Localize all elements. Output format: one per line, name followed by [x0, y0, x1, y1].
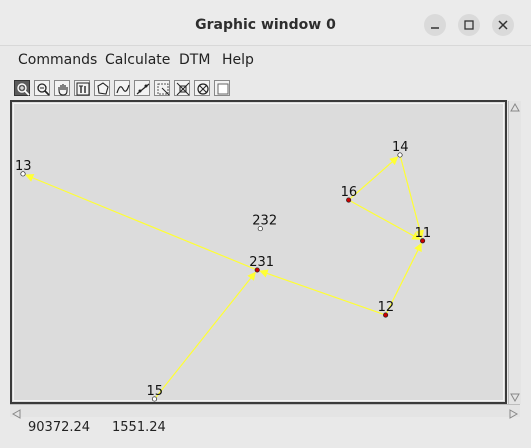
polygon-icon — [97, 82, 109, 95]
point-label-15: 15 — [146, 384, 163, 399]
point-label-231: 231 — [249, 255, 274, 270]
edge-231-13[interactable] — [24, 173, 258, 271]
maximize-button[interactable] — [458, 14, 480, 36]
status-bar: 90372.24 1551.24 — [10, 418, 521, 438]
close-icon — [498, 20, 508, 30]
info-icon — [76, 82, 90, 96]
refresh-tool[interactable] — [194, 80, 210, 96]
edge-12-231[interactable] — [259, 269, 386, 316]
select-tool[interactable] — [154, 80, 170, 96]
select-icon — [157, 83, 170, 96]
curve-tool[interactable] — [114, 80, 130, 96]
point-layer: 13 14 16 232 11 231 12 15 — [15, 140, 432, 402]
close-button[interactable] — [492, 14, 514, 36]
point-label-16: 16 — [341, 185, 358, 200]
point-label-232: 232 — [252, 214, 277, 229]
blank-tool[interactable] — [214, 80, 230, 96]
zoom-out-tool[interactable] — [34, 80, 50, 96]
pan-hand-icon — [58, 84, 68, 96]
y-coordinate: 1551.24 — [112, 420, 166, 435]
zoom-out-icon — [37, 83, 50, 96]
point-label-14: 14 — [392, 140, 409, 155]
toolbar — [10, 78, 521, 100]
menu-commands[interactable]: Commands — [18, 52, 97, 68]
zoom-in-tool[interactable] — [14, 80, 30, 96]
refresh-icon — [197, 83, 209, 95]
line-icon — [136, 83, 150, 95]
drawing-area[interactable]: 13 14 16 232 11 231 12 15 — [12, 102, 505, 402]
point-label-11: 11 — [415, 226, 432, 241]
menu-bar: Commands Calculate DTM Help — [10, 47, 521, 75]
info-tool[interactable] — [74, 80, 90, 96]
minimize-icon — [431, 27, 439, 29]
point-label-13: 13 — [15, 159, 32, 174]
pan-tool[interactable] — [54, 80, 70, 96]
x-coordinate: 90372.24 — [28, 420, 91, 435]
title-bar[interactable]: Graphic window 0 — [0, 0, 531, 46]
extent-tool[interactable] — [174, 80, 190, 96]
zoom-in-icon — [17, 83, 30, 96]
extent-icon — [176, 82, 190, 96]
menu-dtm[interactable]: DTM — [179, 52, 210, 68]
menu-help[interactable]: Help — [222, 52, 254, 68]
menu-calculate[interactable]: Calculate — [105, 52, 170, 68]
maximize-icon — [464, 20, 474, 30]
minimize-button[interactable] — [424, 14, 446, 36]
vertical-scrollbar[interactable] — [508, 101, 521, 404]
line-tool[interactable] — [134, 80, 150, 96]
polygon-tool[interactable] — [94, 80, 110, 96]
point-label-12: 12 — [378, 300, 395, 315]
edge-layer — [24, 154, 424, 400]
graphic-canvas[interactable]: 13 14 16 232 11 231 12 15 — [10, 100, 507, 404]
curve-icon — [116, 84, 130, 94]
vertical-scroll-arrows — [510, 102, 520, 403]
edge-16-11[interactable] — [348, 199, 421, 240]
horizontal-scrollbar[interactable] — [10, 404, 520, 419]
blank-icon — [217, 83, 229, 95]
window-title: Graphic window 0 — [195, 17, 336, 33]
edge-15-231[interactable] — [154, 271, 256, 400]
